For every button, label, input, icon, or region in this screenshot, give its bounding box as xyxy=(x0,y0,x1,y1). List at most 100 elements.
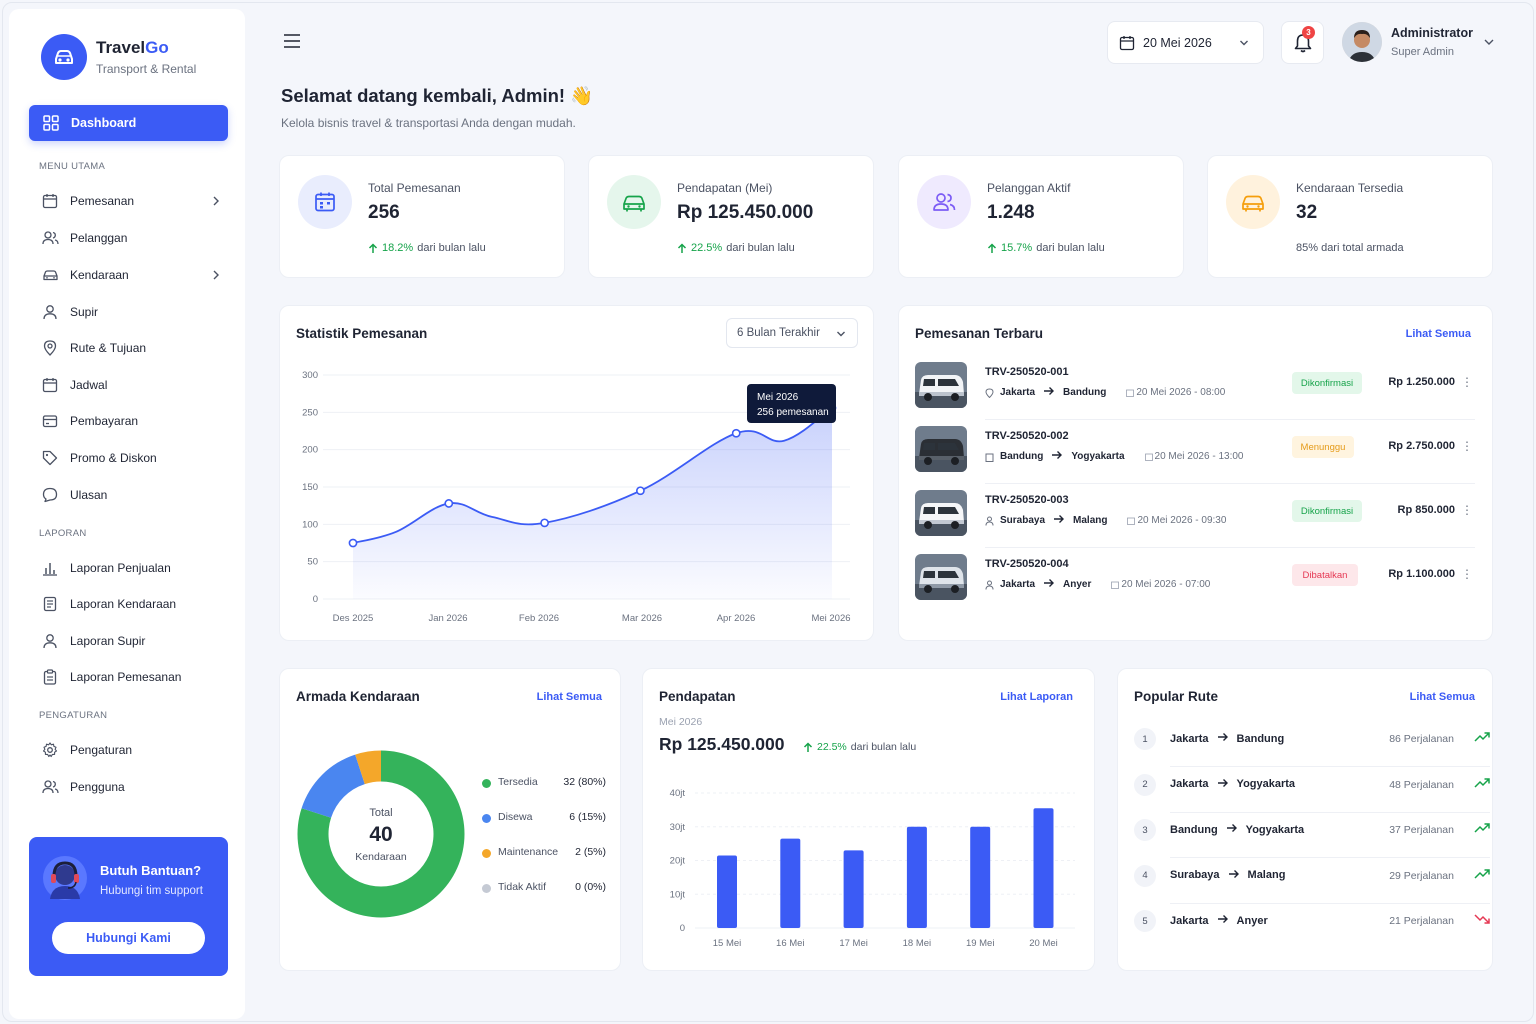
sidebar-item-pengguna[interactable]: Pengguna xyxy=(41,775,226,799)
legend-label: Tidak Aktif xyxy=(498,881,547,893)
sidebar-item-laporan-penjualan[interactable]: Laporan Penjualan xyxy=(41,556,226,580)
route-row[interactable]: 3 Bandung Yogyakarta 37 Perjalanan xyxy=(1134,812,1490,848)
sidebar-item-supir[interactable]: Supir xyxy=(41,300,226,324)
sidebar-item-label: Kendaraan xyxy=(70,268,129,282)
sidebar-item-jadwal[interactable]: Jadwal xyxy=(41,373,226,397)
data-point xyxy=(540,518,549,528)
booking-line-chart: 300 250 200 150 100 50 0 Des 2025 Jan 2026 Feb 2… xyxy=(302,370,850,624)
x-tick-label: Feb 2026 xyxy=(519,613,559,624)
vehicle-thumbnail xyxy=(915,426,967,472)
contact-support-button[interactable]: Hubungi Kami xyxy=(52,922,205,954)
sidebar-item-label: Laporan Kendaraan xyxy=(70,597,177,611)
booking-code: TRV-250520-001 xyxy=(985,366,1069,378)
y-tick-label: 40jt xyxy=(670,788,686,799)
route-trips: 86 Perjalanan xyxy=(1389,733,1454,745)
wallet-icon xyxy=(41,412,59,430)
sidebar-item-ulasan[interactable]: Ulasan xyxy=(41,483,226,507)
trending-up-icon xyxy=(1474,732,1490,742)
trending-down-icon xyxy=(1474,914,1490,924)
notifications-button[interactable]: 3 xyxy=(1281,21,1324,64)
booking-row[interactable]: TRV-250520-003 Surabaya Malang 20 Mei 2026 … xyxy=(915,490,1475,538)
booking-row[interactable]: TRV-250520-002 Bandung Yogyakarta 20 Mei 20… xyxy=(915,426,1475,474)
booking-price: Rp 1.250.000 xyxy=(1388,376,1455,388)
arrow-right-icon xyxy=(1044,387,1055,395)
sidebar-item-promo[interactable]: Promo & Diskon xyxy=(41,446,226,470)
more-options-icon[interactable]: ⋮ xyxy=(1461,567,1473,581)
y-tick-label: 10jt xyxy=(670,889,686,900)
route-row[interactable]: 4 Surabaya Malang 29 Perjalanan xyxy=(1134,858,1490,894)
sidebar-item-laporan-pemesanan[interactable]: Laporan Pemesanan xyxy=(41,665,226,689)
stat-card-active-customers: Pelanggan Aktif 1.248 15.7% dari bulan la… xyxy=(898,155,1184,278)
calendar-icon xyxy=(41,192,59,210)
menu-toggle-icon[interactable] xyxy=(283,33,301,54)
booking-row[interactable]: TRV-250520-004 Jakarta Anyer 20 Mei 2026 - … xyxy=(915,554,1475,602)
sidebar-item-dashboard[interactable]: Dashboard xyxy=(29,105,228,141)
sidebar-item-laporan-supir[interactable]: Laporan Supir xyxy=(41,629,226,653)
route-row[interactable]: 5 Jakarta Anyer 21 Perjalanan xyxy=(1134,903,1490,939)
sidebar-item-label: Pemesanan xyxy=(70,194,135,208)
view-all-fleet-link[interactable]: Lihat Semua xyxy=(537,691,602,703)
calendar-icon xyxy=(1119,35,1135,50)
stat-value: 32 xyxy=(1296,202,1318,223)
bar xyxy=(843,850,864,928)
sidebar-item-rute[interactable]: Rute & Tujuan xyxy=(41,336,226,360)
car-logo-icon xyxy=(41,34,87,80)
route-rank: 3 xyxy=(1134,819,1156,841)
sidebar-item-pembayaran[interactable]: Pembayaran xyxy=(41,409,226,433)
brand[interactable]: TravelGo Transport & Rental xyxy=(41,34,196,80)
y-tick-label: 0 xyxy=(313,594,318,605)
brand-name: TravelGo xyxy=(96,38,169,57)
building-icon xyxy=(985,453,994,462)
route-row[interactable]: 1 Jakarta Bandung 86 Perjalanan xyxy=(1134,721,1490,757)
y-tick-label: 300 xyxy=(302,370,318,381)
sidebar-item-kendaraan[interactable]: Kendaraan xyxy=(41,263,226,287)
tooltip-title: Mei 2026 xyxy=(757,392,799,403)
arrow-right-icon xyxy=(1054,515,1065,523)
bar xyxy=(717,855,737,928)
arrow-right-icon xyxy=(1226,824,1237,832)
booking-row[interactable]: TRV-250520-001 Jakarta Bandung 20 Mei 2026 … xyxy=(915,362,1475,410)
sidebar-item-label: Pengguna xyxy=(70,780,125,794)
chevron-down-icon[interactable] xyxy=(1483,37,1495,47)
sidebar-item-pemesanan[interactable]: Pemesanan xyxy=(41,189,226,213)
route-row[interactable]: 2 Jakarta Yogyakarta 48 Perjalanan xyxy=(1134,767,1490,803)
stat-value: 1.248 xyxy=(987,202,1035,223)
x-tick-label: Apr 2026 xyxy=(717,613,756,624)
booking-route: Jakarta Bandung 20 Mei 2026 - 08:00 xyxy=(985,386,1225,399)
legend-item: Tidak Aktif 0 (0%) xyxy=(480,881,606,897)
view-all-bookings-link[interactable]: Lihat Semua xyxy=(1406,328,1471,340)
y-tick-label: 200 xyxy=(302,445,318,456)
stat-label: Pendapatan (Mei) xyxy=(677,181,773,195)
sidebar-item-label: Dashboard xyxy=(71,116,137,130)
support-agent-icon xyxy=(42,855,88,901)
user-menu[interactable]: Administrator Super Admin xyxy=(1342,22,1473,62)
x-tick-label: Mar 2026 xyxy=(622,613,662,624)
bar xyxy=(970,826,991,928)
status-badge: Dibatalkan xyxy=(1292,564,1358,586)
date-picker[interactable]: 20 Mei 2026 xyxy=(1107,21,1264,64)
stat-card-total-bookings: Total Pemesanan 256 18.2% dari bulan lalu xyxy=(279,155,565,278)
arrow-right-icon xyxy=(1217,915,1228,923)
arrow-up-icon xyxy=(987,242,997,253)
x-tick-label: Des 2025 xyxy=(333,613,374,624)
sidebar-item-laporan-kendaraan[interactable]: Laporan Kendaraan xyxy=(41,592,226,616)
stat-trend: 18.2% dari bulan lalu xyxy=(368,242,486,254)
sidebar-item-pelanggan[interactable]: Pelanggan xyxy=(41,226,226,250)
bar xyxy=(906,826,927,928)
more-options-icon[interactable]: ⋮ xyxy=(1461,439,1473,453)
more-options-icon[interactable]: ⋮ xyxy=(1461,503,1473,517)
arrow-right-icon xyxy=(1217,733,1228,741)
users-icon xyxy=(41,778,59,796)
view-all-routes-link[interactable]: Lihat Semua xyxy=(1410,691,1475,703)
legend-value: 2 (5%) xyxy=(575,846,606,858)
legend-value: 32 (80%) xyxy=(563,776,606,788)
stat-card-available-vehicles: Kendaraan Tersedia 32 85% dari total arm… xyxy=(1207,155,1493,278)
sidebar-item-pengaturan[interactable]: Pengaturan xyxy=(41,738,226,762)
bar-chart-icon xyxy=(41,559,59,577)
gear-icon xyxy=(41,741,59,759)
route-trips: 37 Perjalanan xyxy=(1389,824,1454,836)
help-subtitle: Hubungi tim support xyxy=(100,885,203,897)
more-options-icon[interactable]: ⋮ xyxy=(1461,375,1473,389)
arrow-right-icon xyxy=(1228,869,1239,878)
users-icon xyxy=(41,229,59,247)
